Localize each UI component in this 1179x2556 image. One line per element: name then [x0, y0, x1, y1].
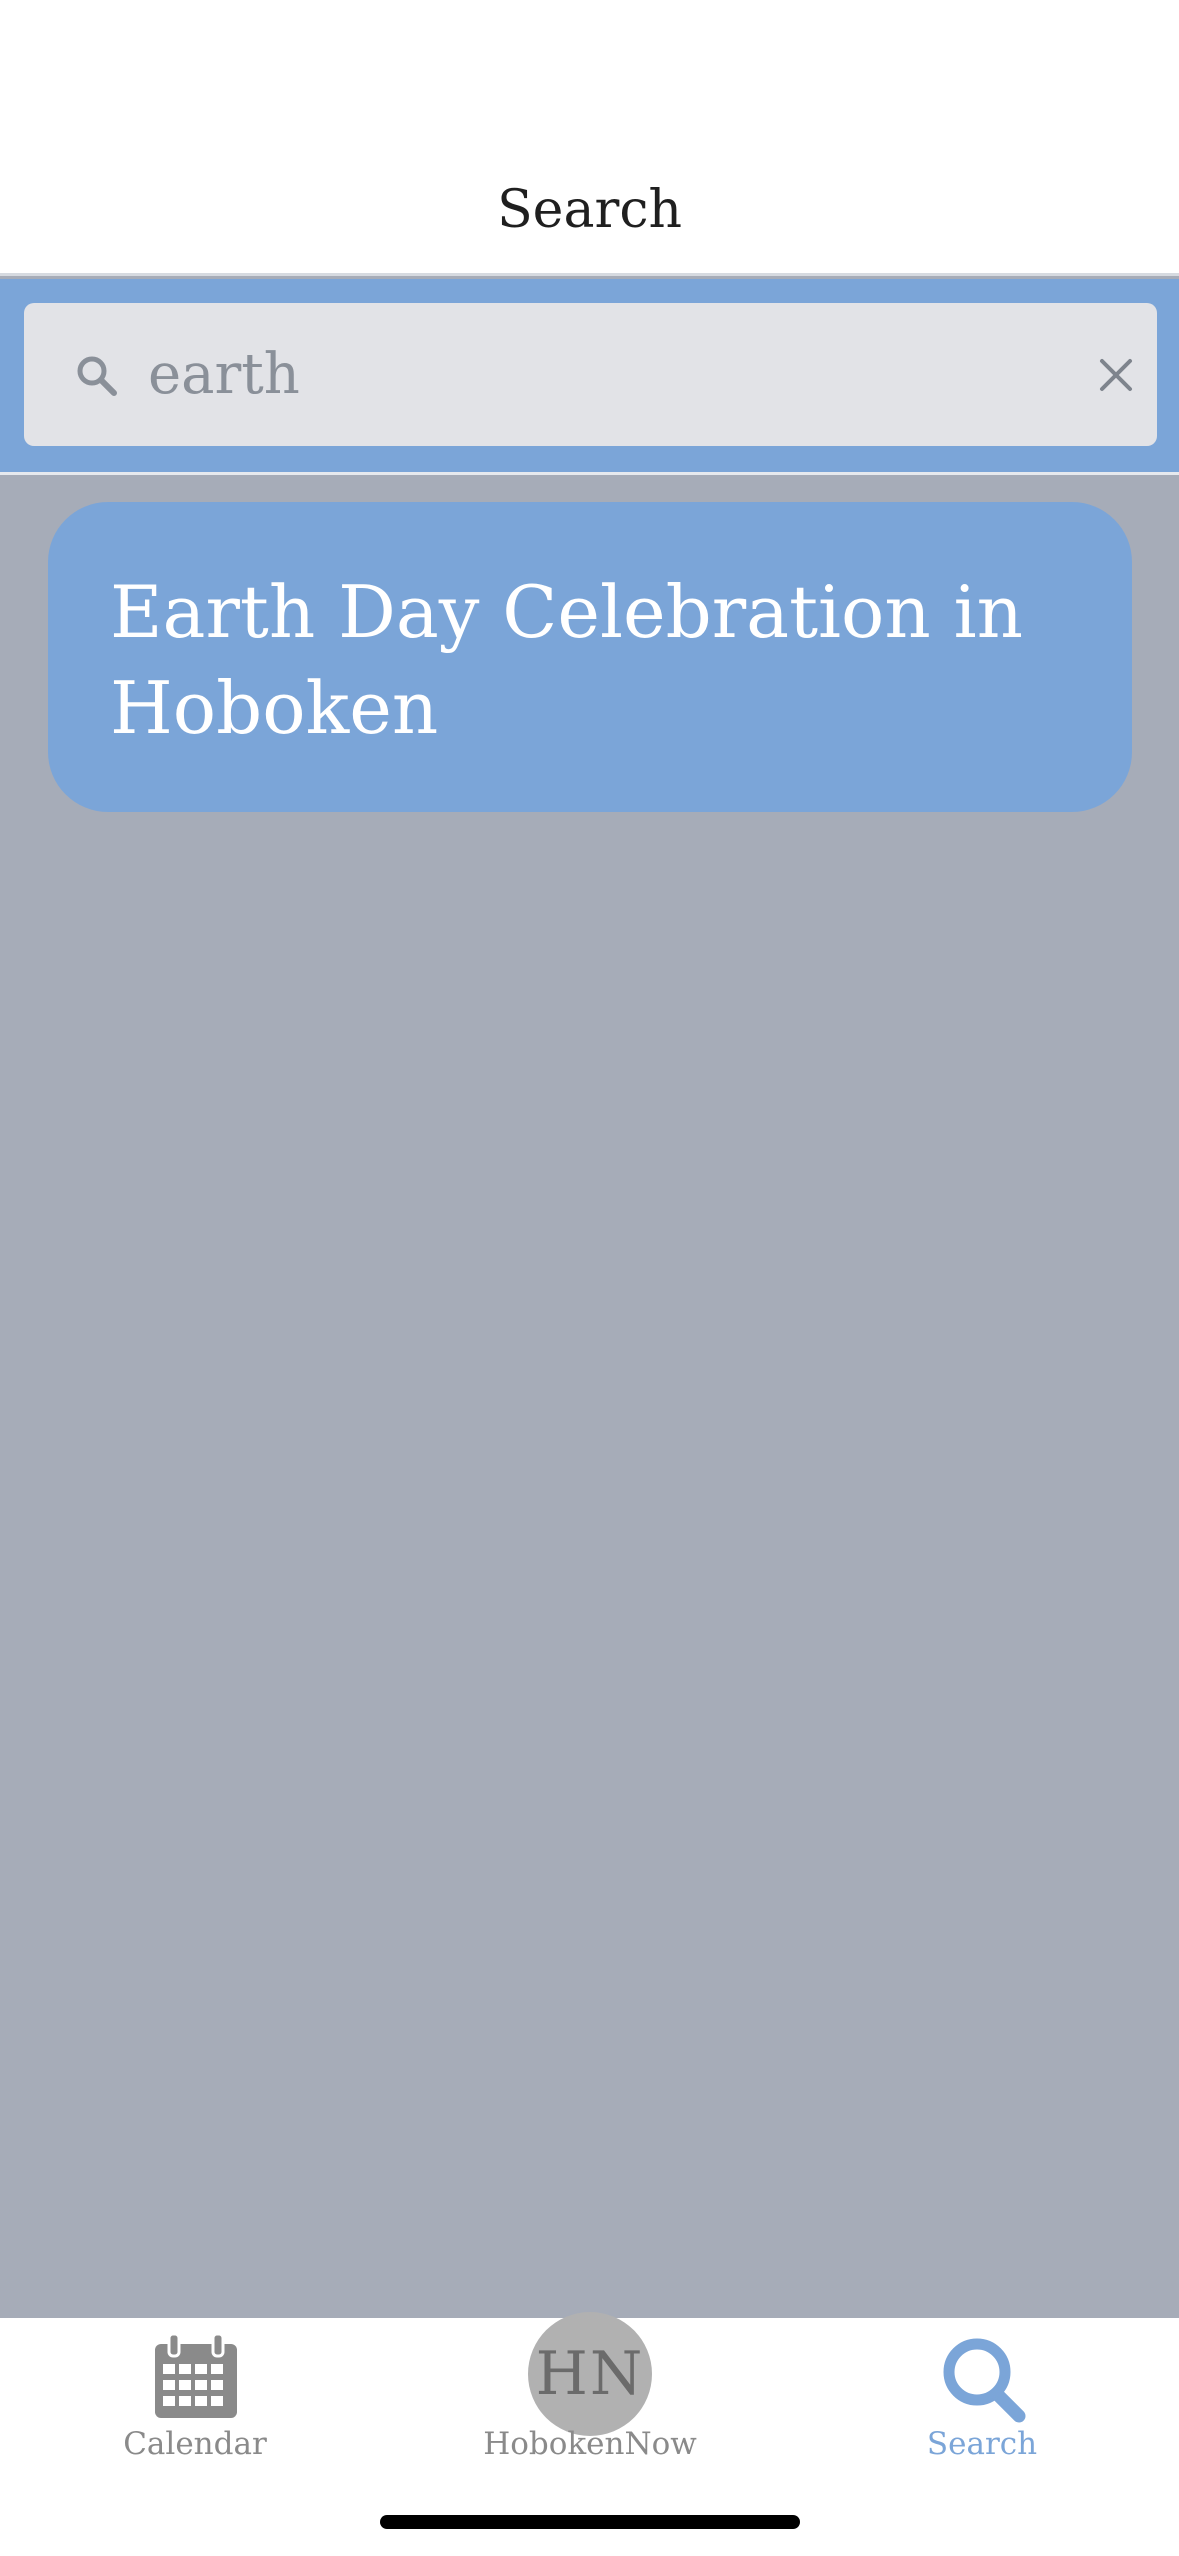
result-title: Earth Day Celebration in Hoboken	[110, 570, 1024, 750]
close-icon[interactable]	[1092, 351, 1140, 399]
nav-header: Search	[0, 0, 1179, 276]
divider	[0, 472, 1179, 475]
search-input[interactable]	[142, 329, 1054, 419]
tab-calendar[interactable]: Calendar	[65, 2318, 325, 2478]
calendar-icon	[155, 2332, 237, 2418]
page-title: Search	[497, 180, 682, 240]
search-icon	[77, 356, 117, 396]
search-bar	[0, 279, 1179, 474]
tab-label-hobokennow: HobokenNow	[483, 2426, 697, 2462]
search-icon	[943, 2338, 1026, 2423]
tab-search[interactable]: Search	[852, 2318, 1112, 2478]
tab-hobokennow[interactable]: HN HobokenNow	[460, 2312, 720, 2478]
tab-label-search: Search	[926, 2426, 1038, 2462]
search-result-card[interactable]: Earth Day Celebration in Hoboken	[48, 502, 1132, 812]
tab-label-calendar: Calendar	[123, 2426, 267, 2462]
hobokennow-logo: HN	[528, 2312, 652, 2436]
search-field[interactable]	[24, 303, 1157, 446]
home-indicator[interactable]	[380, 2515, 800, 2529]
